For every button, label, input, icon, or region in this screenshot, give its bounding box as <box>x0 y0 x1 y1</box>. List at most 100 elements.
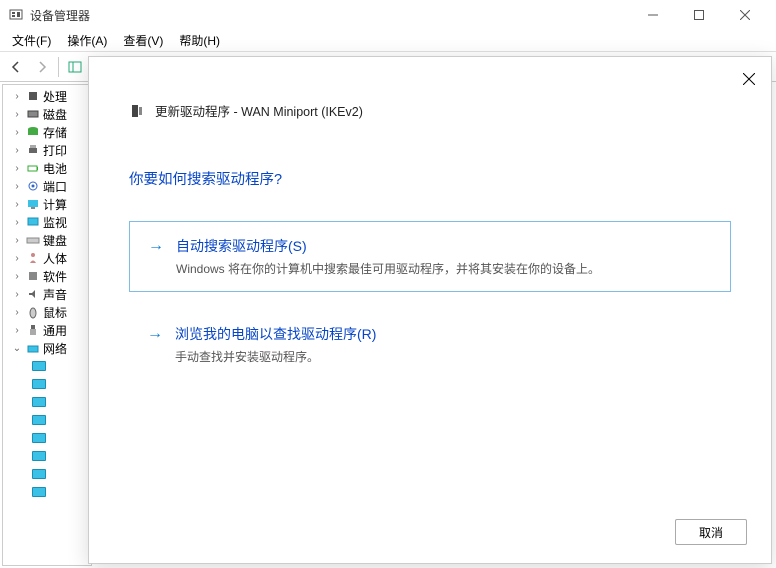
minimize-button[interactable] <box>630 0 676 30</box>
network-adapter-icon <box>31 376 47 392</box>
option-auto-search[interactable]: → 自动搜索驱动程序(S) Windows 将在你的计算机中搜索最佳可用驱动程序… <box>129 221 731 292</box>
option-auto-title: 自动搜索驱动程序(S) <box>176 236 600 256</box>
chevron-right-icon: › <box>11 180 23 192</box>
chevron-down-icon: ⌄ <box>11 342 23 354</box>
network-adapter-icon <box>31 394 47 410</box>
network-adapter-icon <box>31 358 47 374</box>
usb-icon <box>25 322 41 338</box>
maximize-button[interactable] <box>676 0 722 30</box>
battery-icon <box>25 160 41 176</box>
chevron-right-icon: › <box>11 288 23 300</box>
tree-item-mouse[interactable]: › 鼠标 <box>3 303 91 321</box>
chevron-right-icon: › <box>11 90 23 102</box>
cancel-button[interactable]: 取消 <box>675 519 747 545</box>
tree-item-network-adapter[interactable] <box>3 465 91 483</box>
network-adapter-icon <box>31 466 47 482</box>
network-adapter-icon <box>31 412 47 428</box>
device-icon <box>129 103 145 119</box>
chevron-right-icon: › <box>11 126 23 138</box>
dialog-close-button[interactable] <box>735 65 763 93</box>
tree-item-network-adapter[interactable] <box>3 375 91 393</box>
chevron-right-icon: › <box>11 252 23 264</box>
tree-item-network-adapter[interactable] <box>3 483 91 501</box>
tree-item-label: 键盘 <box>43 232 67 249</box>
show-hide-tree-button[interactable] <box>63 55 87 79</box>
tree-item-network[interactable]: ⌄ 网络 <box>3 339 91 357</box>
menu-file[interactable]: 文件(F) <box>4 30 59 51</box>
tree-item-port[interactable]: › 端口 <box>3 177 91 195</box>
tree-item-label: 磁盘 <box>43 106 67 123</box>
tree-item-label: 人体 <box>43 250 67 267</box>
tree-item-monitor[interactable]: ›监视 <box>3 213 91 231</box>
chevron-right-icon: › <box>11 306 23 318</box>
menu-action[interactable]: 操作(A) <box>59 30 115 51</box>
hid-icon <box>25 250 41 266</box>
network-adapter-icon <box>31 448 47 464</box>
chevron-right-icon: › <box>11 144 23 156</box>
chevron-right-icon: › <box>11 234 23 246</box>
tree-item-software[interactable]: ›软件 <box>3 267 91 285</box>
tree-item-battery[interactable]: › 电池 <box>3 159 91 177</box>
monitor-icon <box>25 214 41 230</box>
tree-item-network-adapter[interactable] <box>3 429 91 447</box>
tree-item-network-adapter[interactable] <box>3 411 91 429</box>
device-tree[interactable]: ›处理›磁盘›存储›打印›电池›端口›计算›监视›键盘›人体›软件›声音›鼠标›… <box>2 84 92 566</box>
keyboard-icon <box>25 232 41 248</box>
chevron-right-icon: › <box>11 108 23 120</box>
tree-item-label: 鼠标 <box>43 304 67 321</box>
computer-icon <box>25 196 41 212</box>
tree-item-label: 打印 <box>43 142 67 159</box>
menu-view[interactable]: 查看(V) <box>115 30 171 51</box>
tree-item-hid[interactable]: › 人体 <box>3 249 91 267</box>
tree-item-disk[interactable]: › 磁盘 <box>3 105 91 123</box>
network-icon <box>25 340 41 356</box>
tree-item-audio[interactable]: › 声音 <box>3 285 91 303</box>
tree-item-network-adapter[interactable] <box>3 447 91 465</box>
tree-item-storage[interactable]: › 存储 <box>3 123 91 141</box>
printer-icon <box>25 142 41 158</box>
network-adapter-icon <box>31 484 47 500</box>
arrow-icon: → <box>147 325 163 343</box>
arrow-icon: → <box>148 237 164 255</box>
tree-item-label: 存储 <box>43 124 67 141</box>
audio-icon <box>25 286 41 302</box>
tree-item-computer[interactable]: › 计算 <box>3 195 91 213</box>
dialog-question: 你要如何搜索驱动程序? <box>129 168 731 189</box>
dialog-title: 更新驱动程序 - WAN Miniport (IKEv2) <box>155 101 363 120</box>
back-button[interactable] <box>4 55 28 79</box>
close-button[interactable] <box>722 0 768 30</box>
tree-item-label: 声音 <box>43 286 67 303</box>
dialog-header: 更新驱动程序 - WAN Miniport (IKEv2) <box>129 101 731 120</box>
chevron-right-icon: › <box>11 216 23 228</box>
tree-item-keyboard[interactable]: › 键盘 <box>3 231 91 249</box>
tree-item-label: 端口 <box>43 178 67 195</box>
disk-icon <box>25 106 41 122</box>
cpu-icon <box>25 88 41 104</box>
tree-item-label: 处理 <box>43 88 67 105</box>
tree-item-network-adapter[interactable] <box>3 393 91 411</box>
tree-item-label: 电池 <box>43 160 67 177</box>
option-auto-desc: Windows 将在你的计算机中搜索最佳可用驱动程序，并将其安装在你的设备上。 <box>176 260 600 277</box>
chevron-right-icon: › <box>11 270 23 282</box>
titlebar: 设备管理器 <box>0 0 776 30</box>
tree-item-usb[interactable]: ›通用 <box>3 321 91 339</box>
chevron-right-icon: › <box>11 324 23 336</box>
chevron-right-icon: › <box>11 162 23 174</box>
menu-help[interactable]: 帮助(H) <box>171 30 228 51</box>
option-browse[interactable]: → 浏览我的电脑以查找驱动程序(R) 手动查找并安装驱动程序。 <box>129 310 731 379</box>
tree-item-label: 网络 <box>43 340 67 357</box>
tree-item-cpu[interactable]: › 处理 <box>3 87 91 105</box>
network-adapter-icon <box>31 430 47 446</box>
chevron-right-icon: › <box>11 198 23 210</box>
tree-item-printer[interactable]: › 打印 <box>3 141 91 159</box>
option-browse-desc: 手动查找并安装驱动程序。 <box>175 348 376 365</box>
port-icon <box>25 178 41 194</box>
mouse-icon <box>25 304 41 320</box>
option-browse-title: 浏览我的电脑以查找驱动程序(R) <box>175 324 376 344</box>
tree-item-label: 计算 <box>43 196 67 213</box>
software-icon <box>25 268 41 284</box>
forward-button[interactable] <box>30 55 54 79</box>
tree-item-network-adapter[interactable] <box>3 357 91 375</box>
storage-icon <box>25 124 41 140</box>
update-driver-dialog: 更新驱动程序 - WAN Miniport (IKEv2) 你要如何搜索驱动程序… <box>88 56 772 564</box>
